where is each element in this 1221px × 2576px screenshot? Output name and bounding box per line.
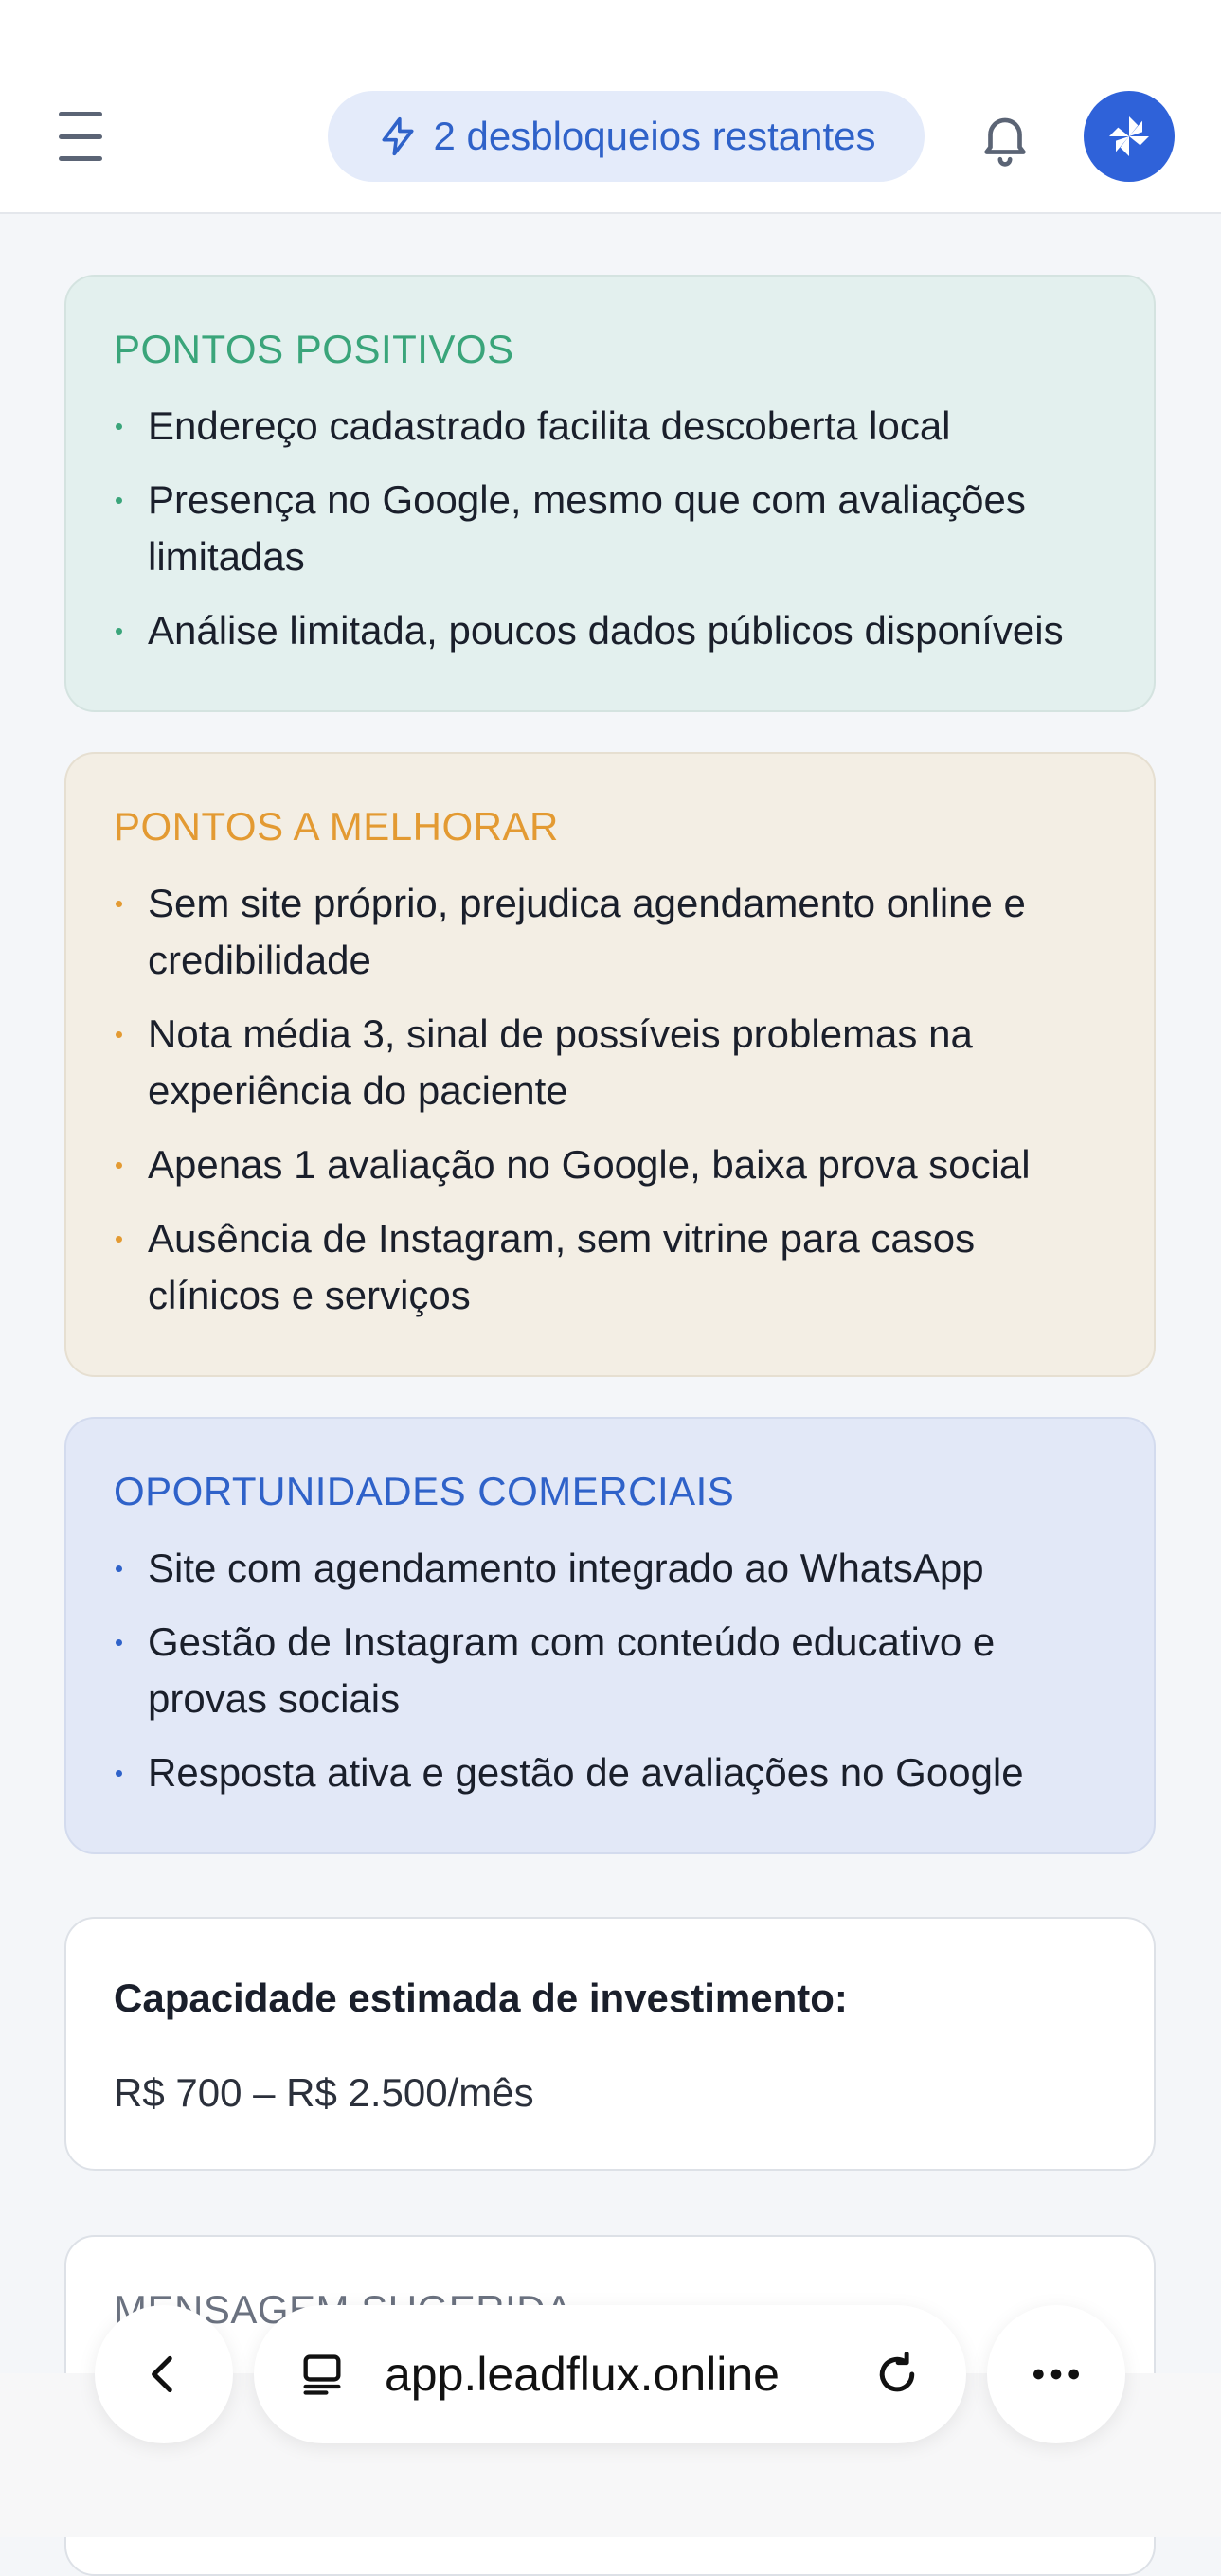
more-horizontal-icon xyxy=(1033,2369,1079,2380)
list-item: Gestão de Instagram com conteúdo educati… xyxy=(114,1614,1106,1727)
unlocks-remaining-label: 2 desbloqueios restantes xyxy=(433,114,876,158)
investment-capacity-label: Capacidade estimada de investimento: xyxy=(114,1976,848,2020)
app-header: 2 desbloqueios restantes xyxy=(0,0,1221,214)
investment-capacity-card: Capacidade estimada de investimento: R$ … xyxy=(64,1917,1156,2171)
chevron-left-icon xyxy=(152,2355,172,2393)
investment-capacity-value: R$ 700 – R$ 2.500/mês xyxy=(114,2070,534,2115)
back-button[interactable] xyxy=(95,2305,233,2443)
improvements-card: PONTOS A MELHORAR Sem site próprio, prej… xyxy=(64,752,1156,1377)
list-item: Ausência de Instagram, sem vitrine para … xyxy=(114,1210,1106,1324)
positives-list: Endereço cadastrado facilita descoberta … xyxy=(114,398,1106,659)
list-item: Nota média 3, sinal de possíveis problem… xyxy=(114,1006,1106,1119)
improvements-title: PONTOS A MELHORAR xyxy=(114,804,559,849)
list-item: Sem site próprio, prejudica agendamento … xyxy=(114,875,1106,989)
menu-icon[interactable] xyxy=(59,112,121,161)
list-item: Endereço cadastrado facilita descoberta … xyxy=(114,398,1106,455)
opportunities-title: OPORTUNIDADES COMERCIAIS xyxy=(114,1469,735,1513)
positives-title: PONTOS POSITIVOS xyxy=(114,327,514,371)
avatar[interactable] xyxy=(1084,91,1175,182)
list-item: Presença no Google, mesmo que com avalia… xyxy=(114,472,1106,585)
address-bar[interactable]: app.leadflux.online xyxy=(254,2305,966,2443)
unlocks-remaining-badge[interactable]: 2 desbloqueios restantes xyxy=(328,91,925,182)
more-options-button[interactable] xyxy=(987,2305,1125,2443)
improvements-list: Sem site próprio, prejudica agendamento … xyxy=(114,875,1106,1324)
lightning-icon xyxy=(382,116,413,156)
url-text: app.leadflux.online xyxy=(385,2348,780,2401)
list-item: Resposta ativa e gestão de avaliações no… xyxy=(114,1744,1106,1801)
list-item: Análise limitada, poucos dados públicos … xyxy=(114,602,1106,659)
opportunities-list: Site com agendamento integrado ao WhatsA… xyxy=(114,1540,1106,1801)
pinwheel-icon xyxy=(1109,116,1149,156)
opportunities-card: OPORTUNIDADES COMERCIAIS Site com agenda… xyxy=(64,1417,1156,1854)
list-item: Site com agendamento integrado ao WhatsA… xyxy=(114,1540,1106,1597)
reload-icon[interactable] xyxy=(871,2349,923,2400)
bell-icon[interactable] xyxy=(976,106,1034,169)
tabs-icon xyxy=(303,2354,341,2395)
positives-card: PONTOS POSITIVOS Endereço cadastrado fac… xyxy=(64,275,1156,712)
list-item: Apenas 1 avaliação no Google, baixa prov… xyxy=(114,1136,1106,1193)
